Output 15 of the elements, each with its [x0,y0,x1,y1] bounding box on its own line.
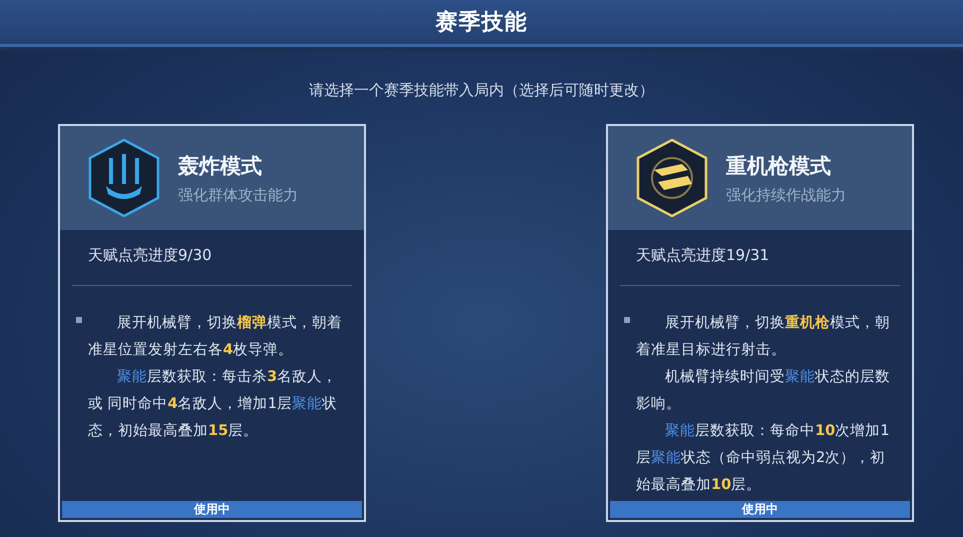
skill-description: 展开机械臂，切换重机枪模式，朝着准星目标进行射击。 [636,314,891,360]
in-use-status: 使用中 [62,501,362,518]
instruction-text: 请选择一个赛季技能带入局内（选择后可随时更改） [308,81,655,100]
skill-description: 聚能层数获取：每命中 10次增加1层聚能状态（命中弱点视为2次），初始最高叠加 10层。 [636,422,890,495]
skill-name: 轰炸模式 [178,152,263,180]
bullet-icon [76,317,82,323]
skill-description: 聚能层数获取：每击杀3名敌人，或 同时命中 4名敌人，增加1层聚能状态，初始最高叠加 15层。 [88,368,338,441]
page-title: 赛季技能 [436,8,528,37]
skill-tagline: 强化持续作战能力 [726,186,846,204]
skill-description: 展开机械臂，切换榴弹模式，朝着准星位置发射左右各4枚导弹。 [88,314,343,360]
skill-description: 机械臂持续时间受聚能状态的层数影响。 [636,368,891,414]
bullet-icon [624,317,630,323]
skill-name: 重机枪模式 [726,152,832,180]
skill-tagline: 强化群体攻击能力 [178,186,298,204]
in-use-status: 使用中 [610,501,910,518]
